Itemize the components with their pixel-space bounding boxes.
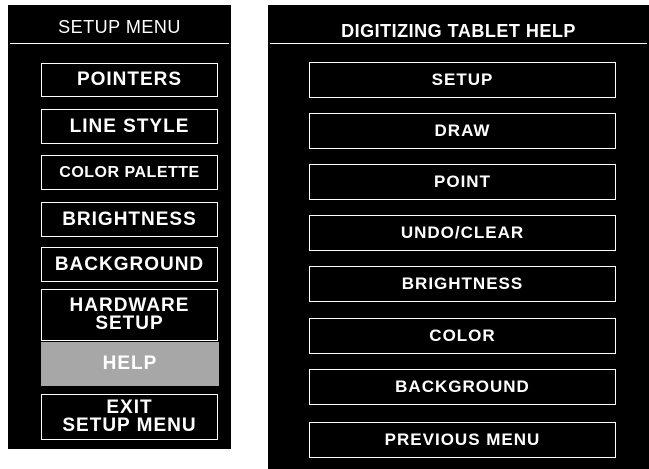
setup-title-divider bbox=[10, 43, 229, 44]
help-previous-menu-button[interactable]: PREVIOUS MENU bbox=[309, 422, 616, 458]
help-brightness-button[interactable]: BRIGHTNESS bbox=[309, 266, 616, 302]
help-setup-button[interactable]: SETUP bbox=[309, 62, 616, 98]
background-button[interactable]: BACKGROUND bbox=[41, 247, 218, 282]
help-point-button[interactable]: POINT bbox=[309, 164, 616, 200]
help-title-divider bbox=[270, 43, 647, 44]
pointers-button[interactable]: POINTERS bbox=[41, 63, 218, 97]
exit-setup-menu-button[interactable]: EXIT SETUP MENU bbox=[41, 394, 218, 440]
setup-menu-panel: SETUP MENU POINTERS LINE STYLE COLOR PAL… bbox=[8, 5, 231, 449]
help-undo-clear-button[interactable]: UNDO/CLEAR bbox=[309, 215, 616, 251]
brightness-button[interactable]: BRIGHTNESS bbox=[41, 202, 218, 237]
help-panel-title: DIGITIZING TABLET HELP bbox=[341, 21, 576, 41]
help-color-button[interactable]: COLOR bbox=[309, 318, 616, 354]
help-button[interactable]: HELP bbox=[41, 342, 219, 386]
setup-menu-title: SETUP MENU bbox=[58, 17, 181, 37]
help-background-button[interactable]: BACKGROUND bbox=[309, 369, 616, 405]
help-draw-button[interactable]: DRAW bbox=[309, 113, 616, 149]
color-palette-button[interactable]: COLOR PALETTE bbox=[41, 155, 218, 190]
digitizing-tablet-help-panel: DIGITIZING TABLET HELP SETUP DRAW POINT … bbox=[268, 5, 649, 469]
hardware-setup-button[interactable]: HARDWARE SETUP bbox=[41, 289, 218, 341]
line-style-button[interactable]: LINE STYLE bbox=[41, 109, 218, 144]
